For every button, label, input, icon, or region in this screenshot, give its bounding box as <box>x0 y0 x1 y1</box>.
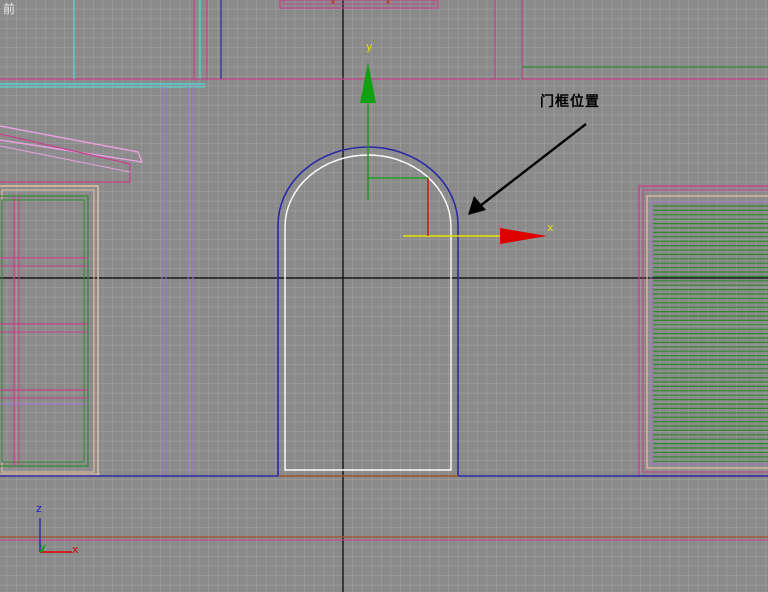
front-viewport[interactable]: 前 门框位置 y x z y x <box>0 0 768 592</box>
gizmo-x-label: x <box>547 221 554 234</box>
axis-tripod: z y x <box>28 502 88 562</box>
tripod-y-label: y <box>40 542 46 553</box>
tripod-x-label: x <box>72 543 79 556</box>
gizmo-y-label: y <box>366 40 373 53</box>
viewport-canvas[interactable] <box>0 0 768 592</box>
viewport-label[interactable]: 前 <box>3 1 15 17</box>
tripod-z-label: z <box>36 502 42 515</box>
annotation-label: 门框位置 <box>540 94 600 110</box>
viewport-background <box>0 0 768 592</box>
